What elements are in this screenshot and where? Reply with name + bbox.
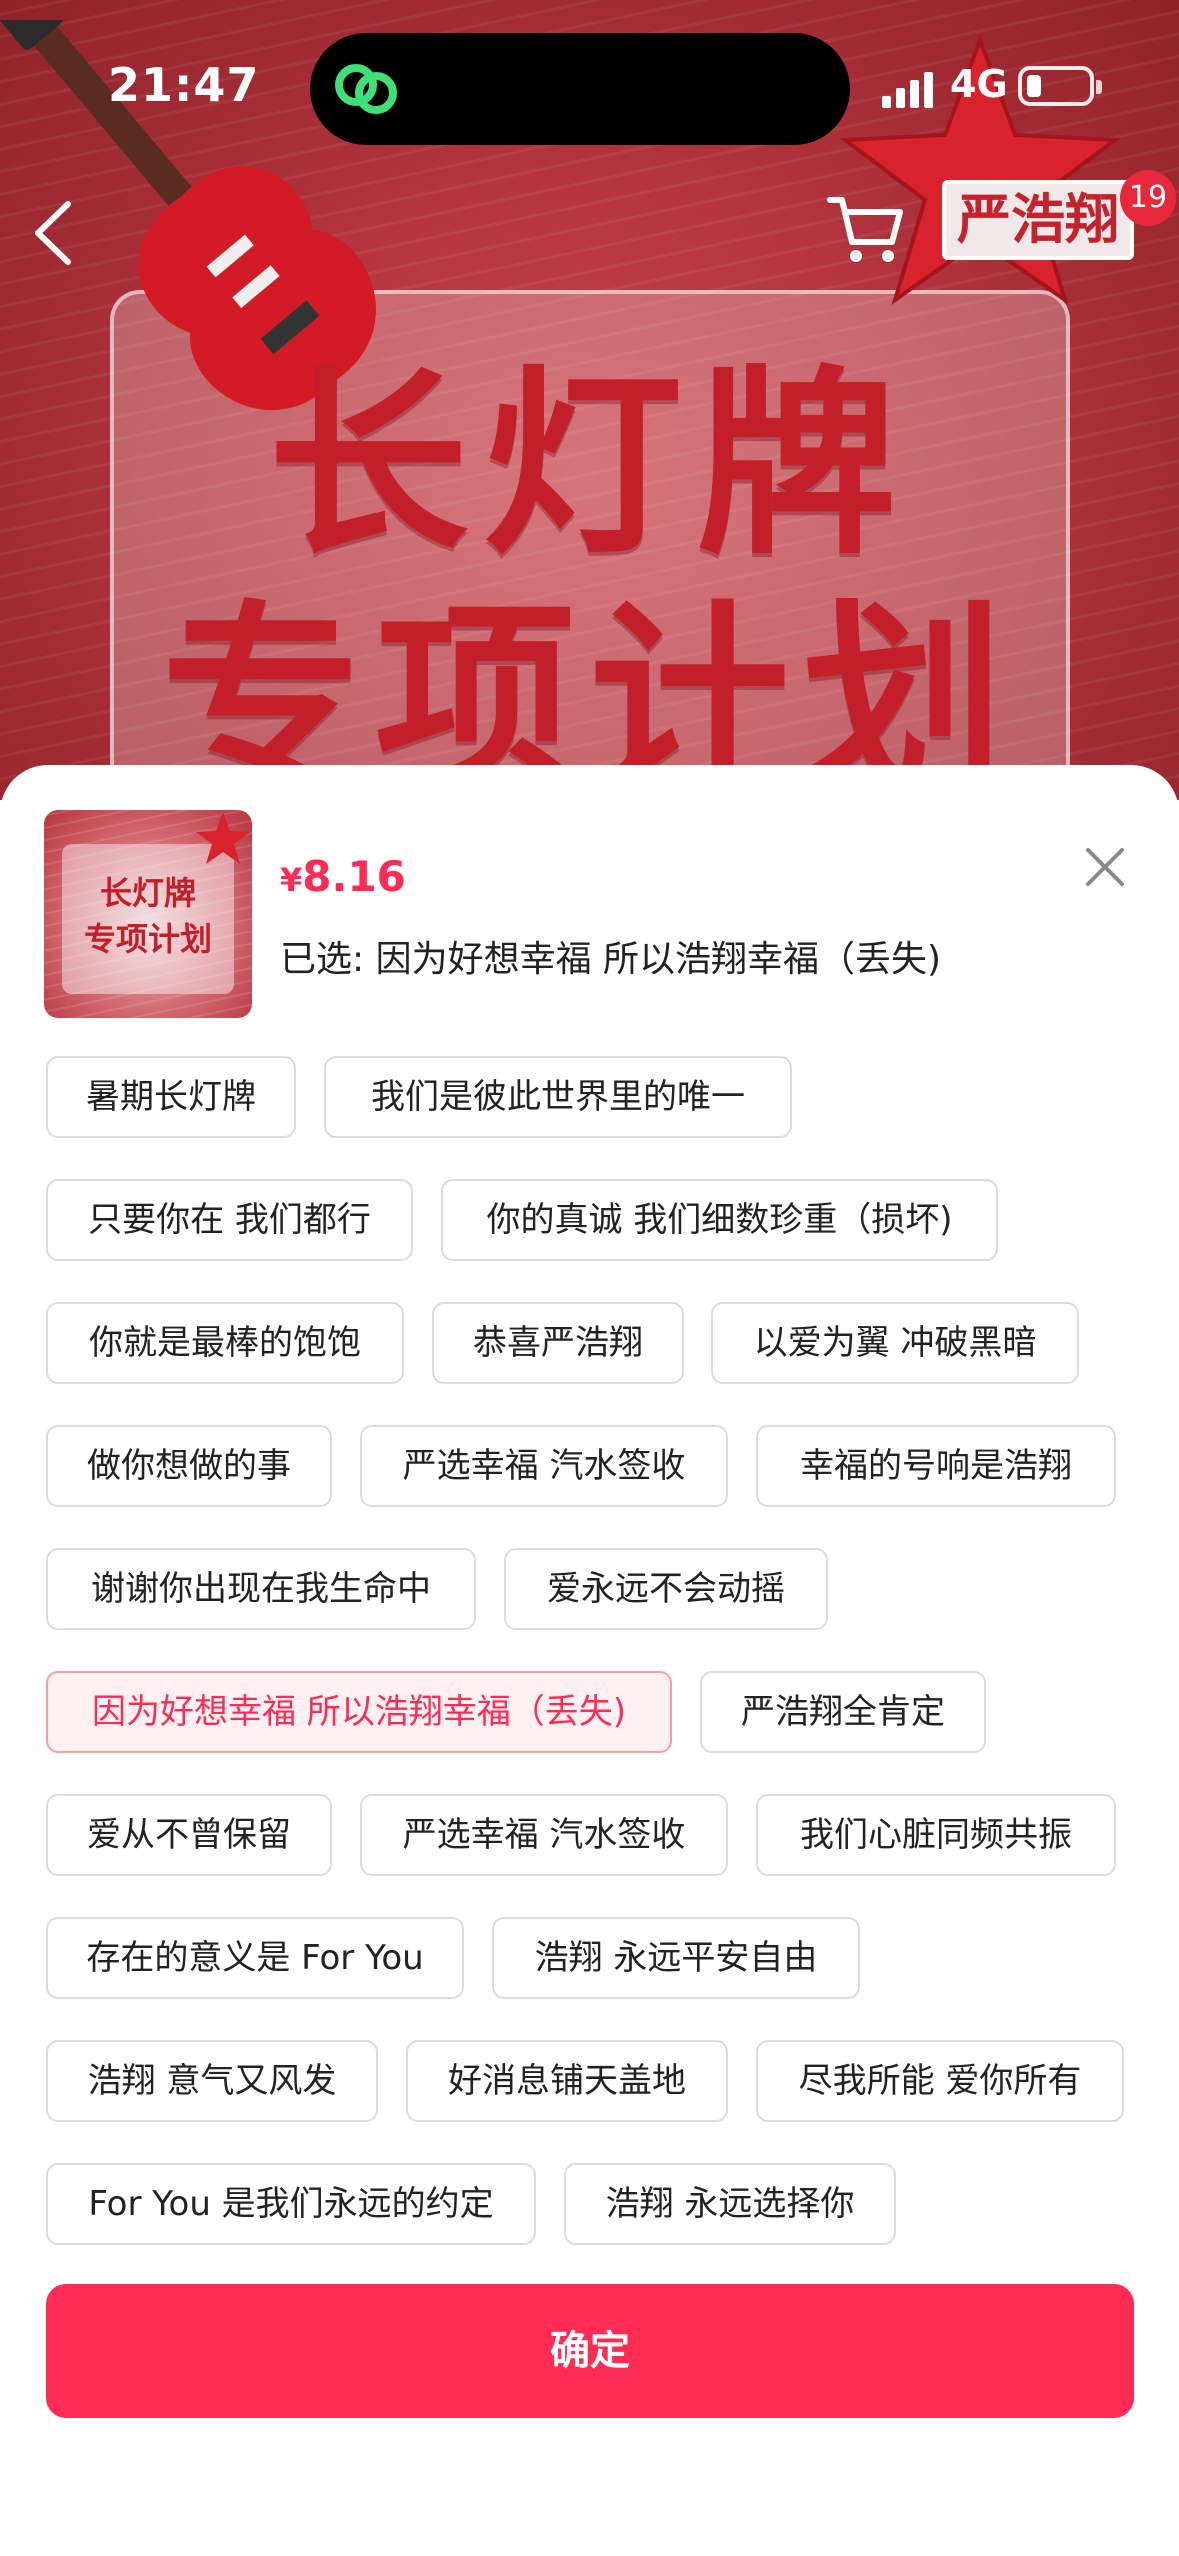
confirm-button[interactable]: 确定 (46, 2284, 1134, 2418)
option-chip[interactable]: 尽我所能 爱你所有 (756, 2040, 1124, 2122)
option-chip[interactable]: 只要你在 我们都行 (46, 1179, 413, 1261)
thumbnail-title-line1: 长灯牌 (99, 874, 196, 912)
price-currency: ¥ (280, 861, 303, 899)
option-chip[interactable]: 爱从不曾保留 (46, 1794, 332, 1876)
option-chip[interactable]: 恭喜严浩翔 (432, 1302, 684, 1384)
price-amount: 8.16 (302, 852, 406, 901)
option-chip-selected[interactable]: 因为好想幸福 所以浩翔幸福（丢失) (46, 1671, 672, 1753)
cart-icon[interactable] (826, 190, 906, 270)
price: ¥8.16 (280, 852, 406, 901)
option-chip[interactable]: 你的真诚 我们细数珍重（损坏) (441, 1179, 998, 1261)
link-icon (335, 64, 397, 114)
option-chip[interactable]: For You 是我们永远的约定 (46, 2163, 536, 2245)
product-thumbnail[interactable]: 长灯牌 专项计划 (44, 810, 252, 1018)
option-chip[interactable]: 浩翔 意气又风发 (46, 2040, 378, 2122)
network-type: 4G (950, 62, 1008, 106)
cart-count-badge: 19 (1120, 170, 1176, 226)
brand-logo: 严浩翔 (942, 180, 1134, 260)
hero-title-line1: 长灯牌 (268, 347, 911, 582)
option-chip[interactable]: 你就是最棒的饱饱 (46, 1302, 404, 1384)
option-chip[interactable]: 谢谢你出现在我生命中 (46, 1548, 476, 1630)
option-chip[interactable]: 浩翔 永远平安自由 (492, 1917, 860, 1999)
option-chip[interactable]: 幸福的号响是浩翔 (756, 1425, 1116, 1507)
signal-icon (882, 72, 933, 108)
option-chip[interactable]: 严选幸福 汽水签收 (360, 1425, 728, 1507)
option-chip[interactable]: 浩翔 永远选择你 (564, 2163, 896, 2245)
star-icon (196, 812, 250, 864)
option-chip[interactable]: 存在的意义是 For You (46, 1917, 464, 1999)
close-icon[interactable] (1082, 844, 1128, 890)
thumbnail-title-line2: 专项计划 (83, 920, 212, 958)
option-chip[interactable]: 严浩翔全肯定 (700, 1671, 986, 1753)
status-time: 21:47 (108, 58, 260, 112)
option-chip[interactable]: 好消息铺天盖地 (406, 2040, 728, 2122)
battery-icon (1018, 66, 1102, 106)
option-chip[interactable]: 我们是彼此世界里的唯一 (324, 1056, 792, 1138)
option-chip[interactable]: 做你想做的事 (46, 1425, 332, 1507)
option-chip[interactable]: 我们心脏同频共振 (756, 1794, 1116, 1876)
option-chip[interactable]: 暑期长灯牌 (46, 1056, 296, 1138)
option-chip[interactable]: 严选幸福 汽水签收 (360, 1794, 728, 1876)
selected-option-text: 已选: 因为好想幸福 所以浩翔幸福（丢失) (280, 939, 942, 980)
option-chip[interactable]: 爱永远不会动摇 (504, 1548, 828, 1630)
back-arrow-icon[interactable] (28, 198, 78, 268)
option-chip[interactable]: 以爱为翼 冲破黑暗 (711, 1302, 1079, 1384)
